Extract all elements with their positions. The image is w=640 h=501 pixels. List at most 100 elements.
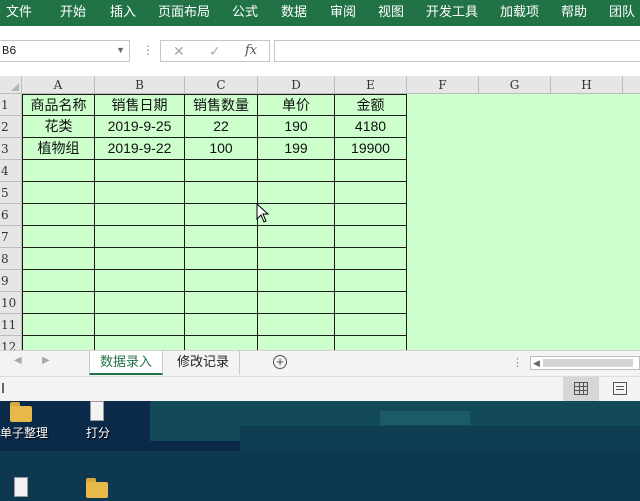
cell-c6[interactable] — [185, 204, 258, 226]
cell-d2[interactable]: 190 — [258, 116, 335, 138]
cell-e12[interactable] — [335, 336, 407, 350]
tab-splitter[interactable]: ⋮ — [512, 356, 523, 369]
cell-a4[interactable] — [22, 160, 95, 182]
row-header-7[interactable]: 7 — [0, 226, 22, 248]
cell-c8[interactable] — [185, 248, 258, 270]
ribbon-tab-file[interactable]: 文件 — [6, 0, 32, 26]
worksheet-grid[interactable]: A B C D E F G H 1 2 3 4 5 6 7 8 9 10 11 … — [0, 76, 640, 350]
column-header-f[interactable]: F — [407, 76, 479, 94]
cell-d4[interactable] — [258, 160, 335, 182]
desktop-icon-label-1[interactable]: 单子整理 — [0, 424, 48, 441]
cell-c10[interactable] — [185, 292, 258, 314]
cell-a7[interactable] — [22, 226, 95, 248]
cell-a6[interactable] — [22, 204, 95, 226]
cell-d9[interactable] — [258, 270, 335, 292]
row-header-5[interactable]: 5 — [0, 182, 22, 204]
cell-d5[interactable] — [258, 182, 335, 204]
cell-d12[interactable] — [258, 336, 335, 350]
ribbon-tab-insert[interactable]: 插入 — [110, 0, 136, 26]
cell-c3[interactable]: 100 — [185, 138, 258, 160]
cell-a12[interactable] — [22, 336, 95, 350]
ribbon-tab-help[interactable]: 帮助 — [561, 0, 587, 26]
cell-a8[interactable] — [22, 248, 95, 270]
column-header-h[interactable]: H — [551, 76, 623, 94]
cell-e6[interactable] — [335, 204, 407, 226]
cell-b3[interactable]: 2019-9-22 — [95, 138, 185, 160]
cell-b8[interactable] — [95, 248, 185, 270]
row-header-2[interactable]: 2 — [0, 116, 22, 138]
scrollbar-thumb[interactable] — [543, 359, 633, 367]
chevron-down-icon[interactable]: ▼ — [116, 45, 125, 55]
row-header-1[interactable]: 1 — [0, 94, 22, 116]
cancel-icon[interactable]: ✕ — [173, 43, 185, 60]
ribbon-tab-developer[interactable]: 开发工具 — [426, 0, 478, 26]
cell-b7[interactable] — [95, 226, 185, 248]
cell-d7[interactable] — [258, 226, 335, 248]
cell-a5[interactable] — [22, 182, 95, 204]
chevron-left-icon[interactable]: ◀ — [14, 355, 22, 366]
cell-b9[interactable] — [95, 270, 185, 292]
cell-d8[interactable] — [258, 248, 335, 270]
column-header-d[interactable]: D — [258, 76, 335, 94]
folder-icon[interactable] — [10, 401, 32, 423]
cell-e7[interactable] — [335, 226, 407, 248]
ribbon-tab-data[interactable]: 数据 — [281, 0, 307, 26]
row-header-10[interactable]: 10 — [0, 292, 22, 314]
cell-e2[interactable]: 4180 — [335, 116, 407, 138]
scroll-left-icon[interactable]: ◀ — [533, 357, 540, 369]
sheet-tab-change-log[interactable]: 修改记录 — [167, 351, 241, 375]
cell-a2[interactable]: 花类 — [22, 116, 95, 138]
insert-function-icon[interactable]: fx — [245, 43, 257, 58]
row-header-9[interactable]: 9 — [0, 270, 22, 292]
cell-a10[interactable] — [22, 292, 95, 314]
cell-b11[interactable] — [95, 314, 185, 336]
ribbon-tab-addins[interactable]: 加载项 — [500, 0, 539, 26]
cell-c1[interactable]: 销售数量 — [185, 94, 258, 116]
check-icon[interactable]: ✓ — [209, 43, 221, 60]
cell-e4[interactable] — [335, 160, 407, 182]
cell-b10[interactable] — [95, 292, 185, 314]
sheet-tab-data-entry[interactable]: 数据录入 — [89, 351, 164, 375]
cell-a3[interactable]: 植物组 — [22, 138, 95, 160]
row-header-6[interactable]: 6 — [0, 204, 22, 226]
column-header-g[interactable]: G — [479, 76, 551, 94]
row-header-8[interactable]: 8 — [0, 248, 22, 270]
ribbon-tab-page-layout[interactable]: 页面布局 — [158, 0, 210, 26]
row-header-11[interactable]: 11 — [0, 314, 22, 336]
cell-b12[interactable] — [95, 336, 185, 350]
horizontal-scrollbar[interactable]: ◀ — [530, 356, 640, 370]
cell-e8[interactable] — [335, 248, 407, 270]
cell-c12[interactable] — [185, 336, 258, 350]
cell-e1[interactable]: 金额 — [335, 94, 407, 116]
column-header-c[interactable]: C — [185, 76, 258, 94]
ribbon-tab-home[interactable]: 开始 — [60, 0, 86, 26]
document-icon[interactable] — [10, 477, 32, 499]
cell-b6[interactable] — [95, 204, 185, 226]
cell-e10[interactable] — [335, 292, 407, 314]
cell-c11[interactable] — [185, 314, 258, 336]
cell-c4[interactable] — [185, 160, 258, 182]
cell-c5[interactable] — [185, 182, 258, 204]
name-box[interactable]: B6 ▼ — [0, 40, 130, 62]
cell-e11[interactable] — [335, 314, 407, 336]
cell-d3[interactable]: 199 — [258, 138, 335, 160]
folder-icon[interactable] — [86, 477, 108, 499]
row-header-4[interactable]: 4 — [0, 160, 22, 182]
column-header-partial[interactable] — [623, 76, 640, 94]
chevron-right-icon[interactable]: ▶ — [42, 355, 50, 366]
desktop-icon-label-2[interactable]: 打分 — [86, 424, 110, 441]
ribbon-tab-view[interactable]: 视图 — [378, 0, 404, 26]
cell-c2[interactable]: 22 — [185, 116, 258, 138]
add-sheet-icon[interactable]: + — [273, 355, 287, 369]
cell-a1[interactable]: 商品名称 — [22, 94, 95, 116]
ribbon-tab-team[interactable]: 团队 — [609, 0, 635, 26]
cell-d1[interactable]: 单价 — [258, 94, 335, 116]
cell-b2[interactable]: 2019-9-25 — [95, 116, 185, 138]
cell-e3[interactable]: 19900 — [335, 138, 407, 160]
cell-e9[interactable] — [335, 270, 407, 292]
select-all-button[interactable] — [0, 76, 22, 94]
formula-input[interactable] — [274, 40, 640, 62]
cell-d11[interactable] — [258, 314, 335, 336]
formula-bar-splitter[interactable]: ⋮ — [142, 43, 154, 57]
column-header-b[interactable]: B — [95, 76, 185, 94]
